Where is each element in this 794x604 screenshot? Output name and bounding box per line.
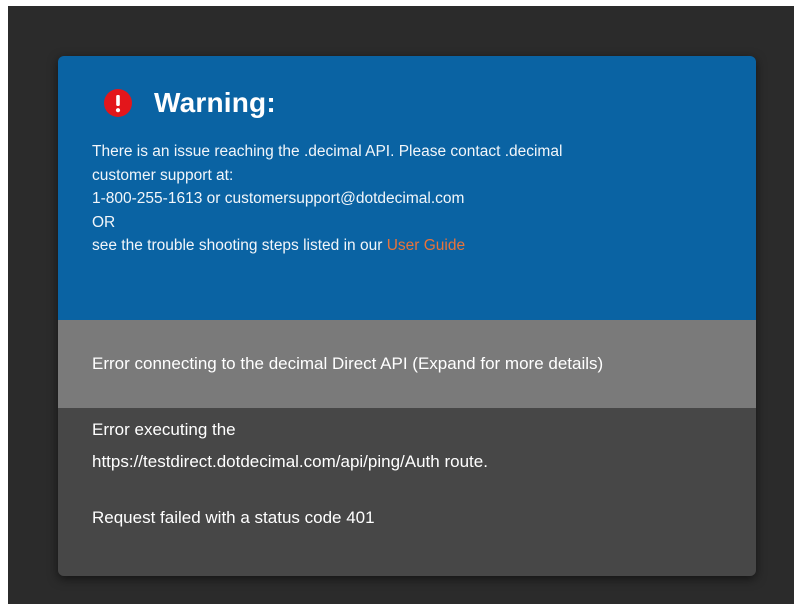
warning-message: There is an issue reaching the .decimal …	[92, 140, 732, 258]
support-contact: 1-800-255-1613 or customersupport@dotdec…	[92, 190, 465, 207]
warning-line-2: customer support at:	[92, 166, 234, 184]
error-detail-line-1: Error executing the	[92, 420, 236, 439]
error-dialog: Warning: There is an issue reaching the …	[58, 56, 756, 576]
user-guide-link[interactable]: User Guide	[387, 237, 465, 254]
warning-line-1: There is an issue reaching the .decimal …	[92, 143, 563, 160]
app-background: Warning: There is an issue reaching the …	[8, 6, 794, 604]
warning-or: OR	[92, 213, 116, 231]
exclamation-circle-icon	[104, 89, 132, 117]
warning-banner: Warning: There is an issue reaching the …	[58, 56, 756, 320]
status-message: Request failed with a status code 401	[92, 508, 375, 527]
warning-title: Warning:	[154, 87, 276, 118]
error-expander[interactable]: Error connecting to the decimal Direct A…	[58, 320, 756, 408]
warning-line-5: see the trouble shooting steps listed in…	[92, 234, 732, 258]
warning-header: Warning:	[104, 86, 276, 120]
error-summary: Error connecting to the decimal Direct A…	[92, 354, 604, 373]
error-route: https://testdirect.dotdecimal.com/api/pi…	[92, 452, 488, 471]
error-details: Error executing the https://testdirect.d…	[58, 408, 756, 576]
guide-prefix-text: see the trouble shooting steps listed in…	[92, 237, 387, 254]
error-detail-text: Error executing the https://testdirect.d…	[92, 414, 732, 478]
